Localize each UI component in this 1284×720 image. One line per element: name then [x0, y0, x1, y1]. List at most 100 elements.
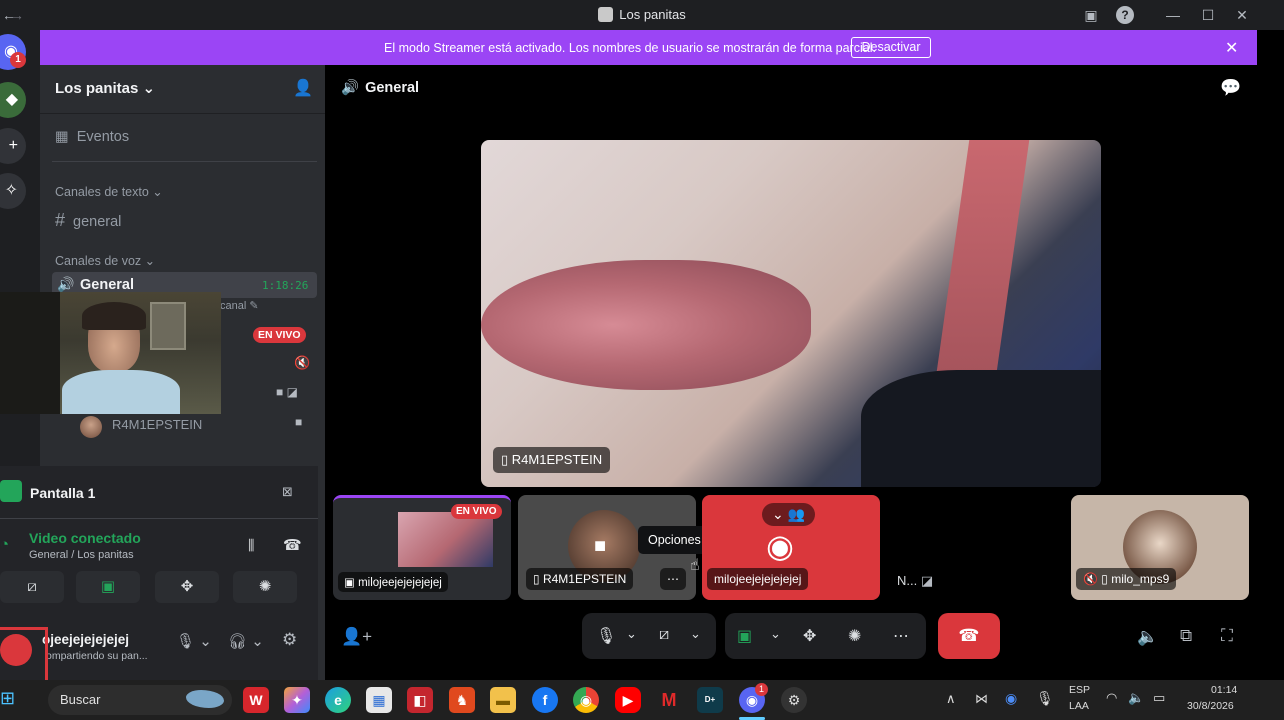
- soundboard-button[interactable]: ✺: [233, 571, 297, 603]
- maximize-icon[interactable]: ☐: [1199, 6, 1217, 24]
- text-category[interactable]: Canales de texto ⌄: [55, 184, 163, 199]
- channel-general-text[interactable]: # general: [55, 210, 121, 231]
- share-chevron-icon[interactable]: ⌄: [770, 626, 781, 642]
- microphone-icon[interactable]: 🎙︎: [596, 626, 616, 646]
- tray-app2-icon[interactable]: ◉: [1005, 690, 1017, 707]
- clock-time[interactable]: 01:14: [1211, 684, 1237, 696]
- mcafee-icon[interactable]: M: [656, 687, 682, 713]
- server-name[interactable]: Los panitas ⌄: [55, 79, 155, 97]
- explore-icon[interactable]: ✧: [0, 173, 26, 209]
- hash-icon: #: [55, 210, 66, 230]
- add-server-icon[interactable]: +: [0, 128, 26, 164]
- edge-icon[interactable]: e: [325, 687, 351, 713]
- chat-icon[interactable]: 💬: [1220, 78, 1241, 98]
- more-participants[interactable]: N... ◪: [897, 573, 933, 589]
- wifi-icon[interactable]: ◠: [1106, 690, 1117, 706]
- webcam-shirt: [62, 370, 180, 414]
- stream-tile[interactable]: EN VIVO ▣ milojeejejejejejej: [333, 495, 511, 600]
- camera-off-button[interactable]: ⧄: [0, 571, 64, 603]
- minimize-icon[interactable]: —: [1164, 6, 1182, 24]
- camera-off-icon[interactable]: ⧄: [659, 626, 669, 644]
- headphones-icon[interactable]: 🎧︎ ⌄: [228, 632, 264, 650]
- language-layout[interactable]: LAA: [1069, 700, 1089, 712]
- noise-suppression-icon[interactable]: ⫼: [248, 537, 254, 554]
- app-gear-icon[interactable]: ⚙: [781, 687, 807, 713]
- battery-icon[interactable]: ▭: [1153, 690, 1165, 706]
- canal-hint: canal ✎: [220, 300, 259, 312]
- brave-icon[interactable]: ♞: [449, 687, 475, 713]
- live-badge: EN VIVO: [253, 327, 306, 343]
- settings-gear-icon[interactable]: ⚙: [282, 630, 297, 650]
- voice-status[interactable]: Video conectado: [29, 530, 141, 546]
- close-icon[interactable]: ✕: [1233, 6, 1251, 24]
- server-icon: [598, 7, 614, 22]
- user-subtext: ompartiendo su pan...: [46, 650, 148, 662]
- soundboard-icon: ✺: [258, 578, 272, 595]
- channel-header: 🔊 General: [341, 80, 420, 96]
- activities-button[interactable]: ✥: [155, 571, 219, 603]
- disney-icon[interactable]: D+: [697, 687, 723, 713]
- activities-icon[interactable]: ✥: [803, 626, 816, 646]
- close-banner-icon[interactable]: ✕: [1225, 38, 1238, 58]
- participant-tile[interactable]: ⌄ 👥 ◉ milojeejejejejejej: [702, 495, 880, 600]
- muted-icon: 🔇: [294, 355, 311, 370]
- clock-date[interactable]: 30/8/2026: [1187, 700, 1234, 712]
- chrome-icon[interactable]: ◉: [573, 687, 599, 713]
- search-box[interactable]: Buscar: [48, 685, 232, 715]
- deactivate-button[interactable]: Desactivar: [851, 37, 931, 58]
- share-screen-button[interactable]: ▣: [76, 571, 140, 603]
- stop-screen-icon[interactable]: ⊠: [282, 484, 293, 500]
- camera-icon: ■: [594, 535, 607, 557]
- leave-call-button[interactable]: ☎: [938, 613, 1000, 659]
- store-icon[interactable]: ▦: [366, 687, 392, 713]
- participant-tile[interactable]: 🔇 ▯ milo_mps9: [1071, 495, 1249, 600]
- participants-toggle-icon[interactable]: ⌄ 👥: [762, 503, 816, 526]
- volume-icon[interactable]: 🔈: [1128, 690, 1144, 706]
- notification-badge: 1: [10, 52, 26, 68]
- app-red-icon[interactable]: ◧: [407, 687, 433, 713]
- file-explorer-icon[interactable]: ▬: [490, 687, 516, 713]
- start-icon[interactable]: ⊞: [0, 688, 15, 709]
- help-icon[interactable]: ?: [1116, 6, 1134, 24]
- youtube-icon[interactable]: ▶: [615, 687, 641, 713]
- language-code[interactable]: ESP: [1069, 684, 1090, 696]
- soundboard-icon[interactable]: ✺: [848, 626, 861, 646]
- voice-location[interactable]: General / Los panitas: [29, 549, 134, 561]
- camera-chevron-icon[interactable]: ⌄: [690, 626, 701, 642]
- volume-icon[interactable]: 🔈: [1137, 627, 1158, 647]
- more-options-icon[interactable]: ⋯: [893, 626, 909, 646]
- avatar: [80, 416, 102, 438]
- wps-icon[interactable]: W: [243, 687, 269, 713]
- share-screen-icon: ▣: [100, 578, 116, 595]
- tray-chevron-icon[interactable]: ∧: [946, 691, 956, 707]
- disconnect-icon[interactable]: ☎: [283, 536, 302, 554]
- streamer-mode-banner: El modo Streamer está activado. Los nomb…: [40, 30, 1257, 65]
- server-los-panitas-icon[interactable]: ◆: [0, 82, 26, 118]
- tile-name-tag: ▯ R4M1EPSTEIN: [526, 568, 634, 590]
- tray-microphone-icon[interactable]: 🎙︎: [1036, 690, 1054, 707]
- voice-category[interactable]: Canales de voz ⌄: [55, 253, 155, 268]
- invite-user-icon[interactable]: 👤: [293, 78, 313, 98]
- inbox-icon[interactable]: ▣: [1082, 6, 1100, 24]
- events-item[interactable]: ▦ Eventos: [55, 129, 129, 145]
- facebook-icon[interactable]: f: [532, 687, 558, 713]
- copilot-icon[interactable]: ✦: [284, 687, 310, 713]
- voice-channel-name: General: [80, 277, 134, 293]
- invite-icon[interactable]: 👤+: [341, 627, 372, 647]
- microphone-icon[interactable]: 🎙︎ ⌄: [176, 632, 212, 650]
- screen-label: Pantalla 1: [30, 485, 96, 501]
- webcam-frame: [150, 302, 186, 350]
- search-highlight-icon: [186, 690, 224, 708]
- video-name-tag: ▯ R4M1EPSTEIN: [493, 447, 611, 473]
- fullscreen-icon[interactable]: ⛶: [1221, 626, 1233, 646]
- options-icon[interactable]: ⋯: [660, 568, 686, 590]
- popout-icon[interactable]: ⧉: [1180, 626, 1192, 646]
- tray-app-icon[interactable]: ⋈: [975, 691, 988, 707]
- user-name[interactable]: ojeejejejejejej: [42, 632, 129, 647]
- voice-user-name[interactable]: R4M1EPSTEIN: [112, 417, 202, 432]
- calendar-icon: ▦: [55, 129, 69, 145]
- mic-chevron-icon[interactable]: ⌄: [626, 626, 637, 642]
- share-screen-icon[interactable]: ▣: [737, 626, 752, 646]
- main-video[interactable]: ▯ R4M1EPSTEIN: [481, 140, 1101, 487]
- voice-timer: 1:18:26: [262, 279, 309, 292]
